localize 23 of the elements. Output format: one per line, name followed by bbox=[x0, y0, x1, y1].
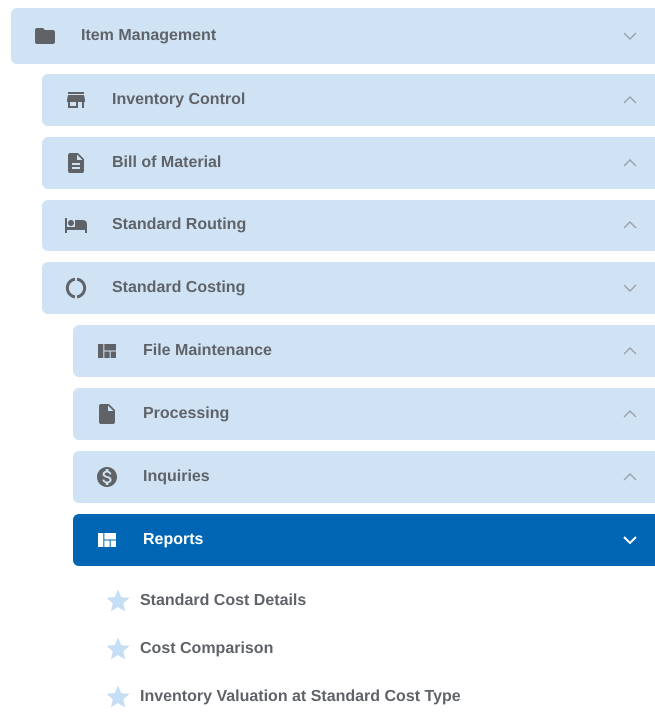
menu-group[interactable]: Processing bbox=[73, 388, 655, 440]
menu-group[interactable]: Standard Costing bbox=[42, 262, 655, 314]
menu-group[interactable]: Standard Routing bbox=[42, 200, 655, 252]
menu-group[interactable]: File Maintenance bbox=[73, 325, 655, 378]
menu-group[interactable]: Reports bbox=[73, 514, 655, 566]
menu-group[interactable]: Item Management bbox=[11, 8, 655, 64]
chevron-icon bbox=[623, 473, 637, 482]
menu-group[interactable]: Bill of Material bbox=[42, 136, 655, 189]
chevron-icon bbox=[623, 410, 637, 418]
chevron-icon bbox=[623, 536, 637, 544]
menu-group[interactable]: Inventory Control bbox=[42, 74, 655, 126]
menu-link[interactable]: Inventory Valuation at Standard Cost Type bbox=[104, 672, 655, 721]
chevron-icon bbox=[623, 32, 637, 40]
menu-group[interactable]: Inquiries bbox=[73, 451, 655, 503]
chevron-icon bbox=[623, 347, 637, 356]
chevron-icon bbox=[623, 96, 637, 104]
menu-link[interactable]: Standard Cost Details bbox=[104, 576, 655, 625]
chevron-icon bbox=[623, 158, 637, 167]
dollar-icon bbox=[95, 465, 119, 490]
chevron-icon bbox=[623, 221, 637, 230]
ring-icon bbox=[64, 276, 88, 300]
menu-link[interactable]: Cost Comparison bbox=[104, 624, 655, 673]
chevron-icon bbox=[623, 284, 637, 292]
